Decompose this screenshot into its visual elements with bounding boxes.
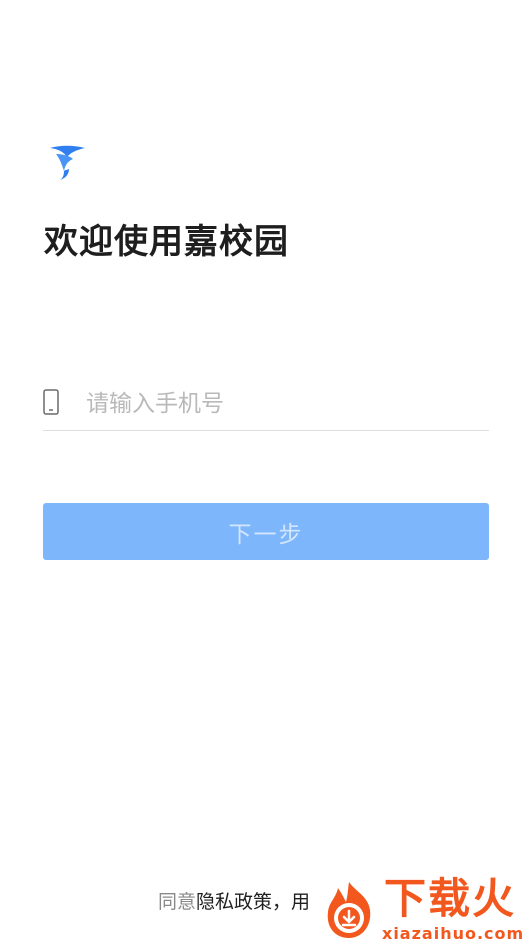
agreement-text: 同意隐私政策，用 [158,887,310,914]
phone-field-row[interactable] [43,380,489,431]
watermark: 下载火 xiazaihuo.com [314,872,532,946]
privacy-policy-link[interactable]: 隐私政策 [196,891,272,913]
flame-download-icon [327,882,371,938]
app-logo-icon [50,145,85,180]
phone-icon [43,389,59,415]
phone-input[interactable] [86,384,476,424]
next-button[interactable]: 下一步 [43,503,489,560]
user-agreement-link[interactable]: 用 [291,891,310,913]
agreement-separator: ， [272,891,292,913]
page-title: 欢迎使用嘉校园 [44,222,289,262]
watermark-url: xiazaihuo.com [382,924,525,943]
watermark-name: 下载火 [384,874,517,923]
agreement-prefix: 同意 [158,891,197,913]
